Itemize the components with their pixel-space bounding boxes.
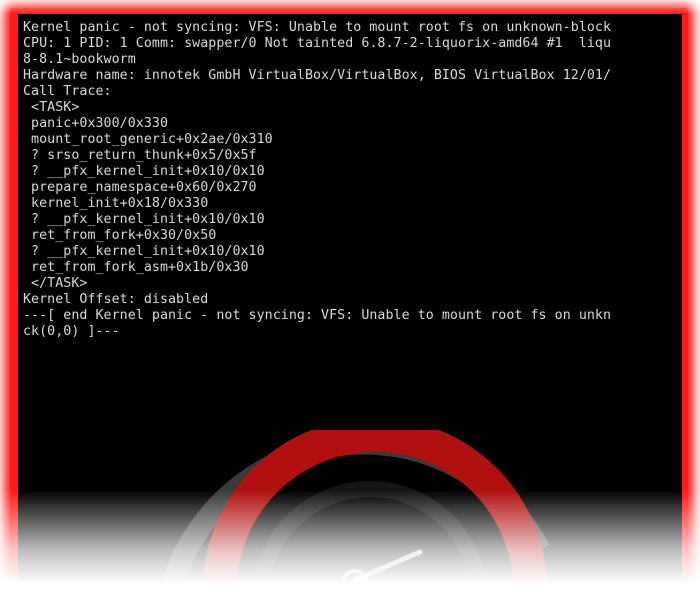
console-line: CPU: 1 PID: 1 Comm: swapper/0 Not tainte… bbox=[23, 36, 612, 51]
console-line: </TASK> bbox=[23, 276, 88, 291]
console-line: Call Trace: bbox=[23, 84, 112, 99]
speedometer-gauge-icon bbox=[161, 430, 550, 582]
console-line: Kernel Offset: disabled bbox=[23, 292, 209, 307]
console-line: ret_from_fork+0x30/0x50 bbox=[23, 228, 217, 243]
console-line: ret_from_fork_asm+0x1b/0x30 bbox=[23, 260, 249, 275]
console-line: Kernel panic - not syncing: VFS: Unable … bbox=[23, 20, 612, 35]
vm-console-screen: Kernel panic - not syncing: VFS: Unable … bbox=[18, 14, 682, 582]
console-line: ? __pfx_kernel_init+0x10/0x10 bbox=[23, 212, 265, 227]
screenshot-frame: Kernel panic - not syncing: VFS: Unable … bbox=[0, 0, 700, 600]
console-line: ? __pfx_kernel_init+0x10/0x10 bbox=[23, 244, 265, 259]
console-line: panic+0x300/0x330 bbox=[23, 116, 168, 131]
console-line: <TASK> bbox=[23, 100, 80, 115]
console-line: ---[ end Kernel panic - not syncing: VFS… bbox=[23, 308, 612, 323]
console-line: Hardware name: innotek GmbH VirtualBox/V… bbox=[23, 68, 612, 83]
console-line: ? __pfx_kernel_init+0x10/0x10 bbox=[23, 164, 265, 179]
console-line: kernel_init+0x18/0x330 bbox=[23, 196, 209, 211]
gauge-inner-arc bbox=[253, 481, 487, 582]
console-line: ck(0,0) ]--- bbox=[23, 324, 120, 339]
console-line: ? srso_return_thunk+0x5/0x5f bbox=[23, 148, 257, 163]
console-line: 8-8.1~bookworm bbox=[23, 52, 136, 67]
console-line: prepare_namespace+0x60/0x270 bbox=[23, 180, 257, 195]
kernel-panic-output: Kernel panic - not syncing: VFS: Unable … bbox=[23, 20, 611, 340]
console-line: mount_root_generic+0x2ae/0x310 bbox=[23, 132, 273, 147]
